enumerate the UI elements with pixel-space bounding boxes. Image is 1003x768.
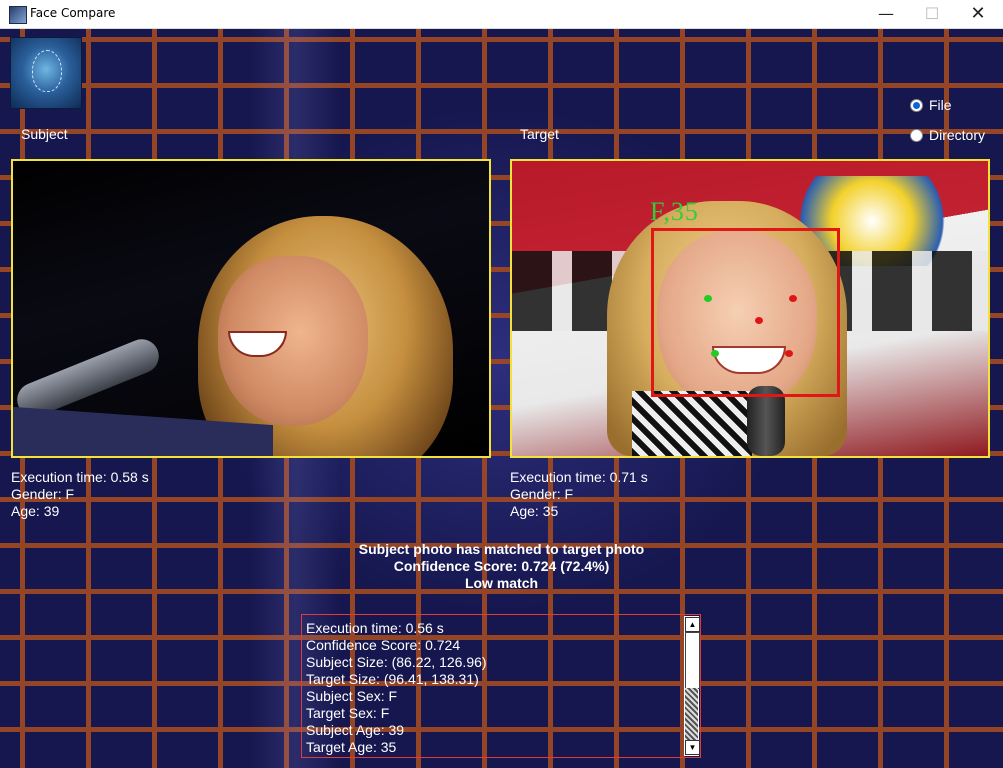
maximize-button[interactable]: ☐ bbox=[909, 0, 955, 28]
log-line: Subject Sex: F bbox=[306, 688, 398, 704]
scroll-thumb[interactable] bbox=[685, 632, 700, 689]
logo-face-outline bbox=[32, 50, 62, 92]
log-line: Execution time: 0.56 s bbox=[306, 620, 444, 636]
log-textbox[interactable]: Execution time: 0.56 s Confidence Score:… bbox=[301, 614, 701, 758]
log-line: Target Sex: F bbox=[306, 705, 390, 721]
landmark-right-eye bbox=[789, 295, 797, 302]
log-line: Target Age: 35 bbox=[306, 739, 397, 755]
log-line: Subject Size: (86.22, 126.96) bbox=[306, 654, 487, 670]
scroll-down-arrow-icon[interactable]: ▼ bbox=[685, 740, 700, 755]
radio-directory-label: Directory bbox=[929, 127, 986, 143]
subject-photo[interactable] bbox=[11, 159, 491, 458]
window-title: Face Compare bbox=[30, 6, 116, 20]
radio-file-button[interactable] bbox=[910, 99, 923, 112]
landmark-mouth-right bbox=[785, 350, 793, 357]
log-line: Subject Age: 39 bbox=[306, 722, 405, 738]
log-line: Target Size: (96.41, 138.31) bbox=[306, 671, 479, 687]
log-lines: Execution time: 0.56 s Confidence Score:… bbox=[306, 620, 487, 756]
landmark-mouth-left bbox=[711, 350, 719, 357]
scroll-up-arrow-icon[interactable]: ▲ bbox=[685, 617, 700, 632]
radio-file-label: File bbox=[929, 97, 952, 113]
confidence-score: Confidence Score: 0.724 (72.4%) bbox=[393, 558, 610, 574]
subject-gender: Gender: F bbox=[11, 486, 75, 502]
landmark-nose bbox=[755, 317, 763, 324]
subject-age: Age: 39 bbox=[11, 503, 60, 519]
scroll-track[interactable] bbox=[685, 688, 698, 740]
face-detection-label: F,35 bbox=[650, 197, 699, 226]
target-age: Age: 35 bbox=[510, 503, 559, 519]
title-bar: Face Compare — ☐ ✕ bbox=[0, 0, 1003, 29]
landmark-left-eye bbox=[704, 295, 712, 302]
target-label: Target bbox=[520, 126, 559, 142]
match-result: Subject photo has matched to target phot… bbox=[0, 541, 1003, 592]
target-execution-time: Execution time: 0.71 s bbox=[510, 469, 648, 485]
face-scan-logo-icon bbox=[11, 38, 81, 108]
minimize-button[interactable]: — bbox=[863, 0, 909, 28]
subject-execution-time: Execution time: 0.58 s bbox=[11, 469, 149, 485]
face-detection-box bbox=[651, 228, 840, 397]
subject-label: Subject bbox=[21, 126, 68, 142]
app-icon bbox=[9, 6, 27, 24]
log-scrollbar[interactable]: ▲ ▼ bbox=[684, 616, 700, 756]
target-photo[interactable]: F,35 bbox=[510, 159, 990, 458]
log-line: Confidence Score: 0.724 bbox=[306, 637, 461, 653]
radio-directory-button[interactable] bbox=[910, 129, 923, 142]
match-strength: Low match bbox=[464, 575, 539, 591]
close-button[interactable]: ✕ bbox=[955, 0, 1001, 28]
target-info: Execution time: 0.71 s Gender: F Age: 35 bbox=[510, 469, 648, 520]
target-gender: Gender: F bbox=[510, 486, 574, 502]
target-scarf bbox=[632, 391, 752, 456]
match-result-line: Subject photo has matched to target phot… bbox=[358, 541, 645, 557]
subject-info: Execution time: 0.58 s Gender: F Age: 39 bbox=[11, 469, 149, 520]
main-panel: Subject Target File Directory F,35 Execu… bbox=[0, 29, 1003, 768]
